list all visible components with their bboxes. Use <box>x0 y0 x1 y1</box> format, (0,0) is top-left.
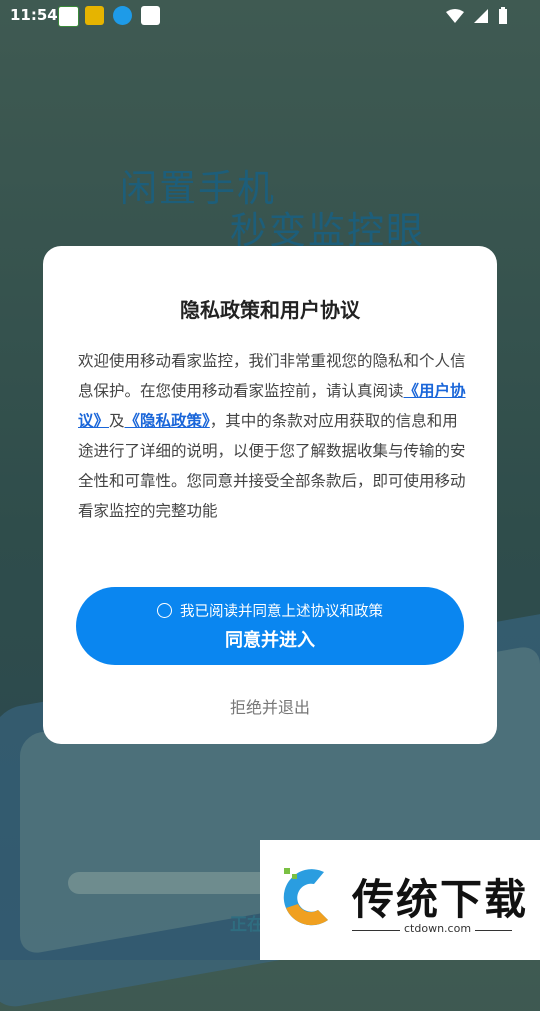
agreement-checkbox-row[interactable]: 我已阅读并同意上述协议和政策 <box>76 600 464 621</box>
background-status-text: 正在 <box>230 915 264 935</box>
download-icon <box>113 6 132 25</box>
watermark: 传统下载 ctdown.com <box>260 840 540 960</box>
dialog-title: 隐私政策和用户协议 <box>180 298 360 322</box>
notification-app-icon <box>141 6 160 25</box>
status-bar: 11:54 <box>0 0 540 32</box>
privacy-policy-link[interactable]: 《隐私政策》 <box>125 412 210 430</box>
agree-and-enter-button[interactable]: 我已阅读并同意上述协议和政策 同意并进入 <box>76 587 464 665</box>
agreement-checkbox-label: 我已阅读并同意上述协议和政策 <box>180 604 383 620</box>
privacy-dialog: 隐私政策和用户协议 欢迎使用移动看家监控，我们非常重视您的隐私和个人信息保护。在… <box>43 246 497 744</box>
notification-app-icon <box>85 6 104 25</box>
signal-icon <box>474 9 488 23</box>
notification-app-icon <box>58 6 79 27</box>
body-text-and: 及 <box>109 412 125 430</box>
dialog-body: 欢迎使用移动看家监控，我们非常重视您的隐私和个人信息保护。在您使用移动看家监控前… <box>78 346 466 526</box>
watermark-logo-icon <box>283 868 328 926</box>
status-time: 11:54 <box>10 6 58 24</box>
agree-button-label: 同意并进入 <box>225 630 315 651</box>
reject-and-exit-button[interactable]: 拒绝并退出 <box>43 694 497 718</box>
agreement-checkbox[interactable] <box>157 603 172 618</box>
watermark-brand: 传统下载 <box>352 875 529 924</box>
battery-icon <box>499 7 507 24</box>
watermark-url: ctdown.com <box>400 922 476 935</box>
wifi-icon <box>446 9 464 23</box>
